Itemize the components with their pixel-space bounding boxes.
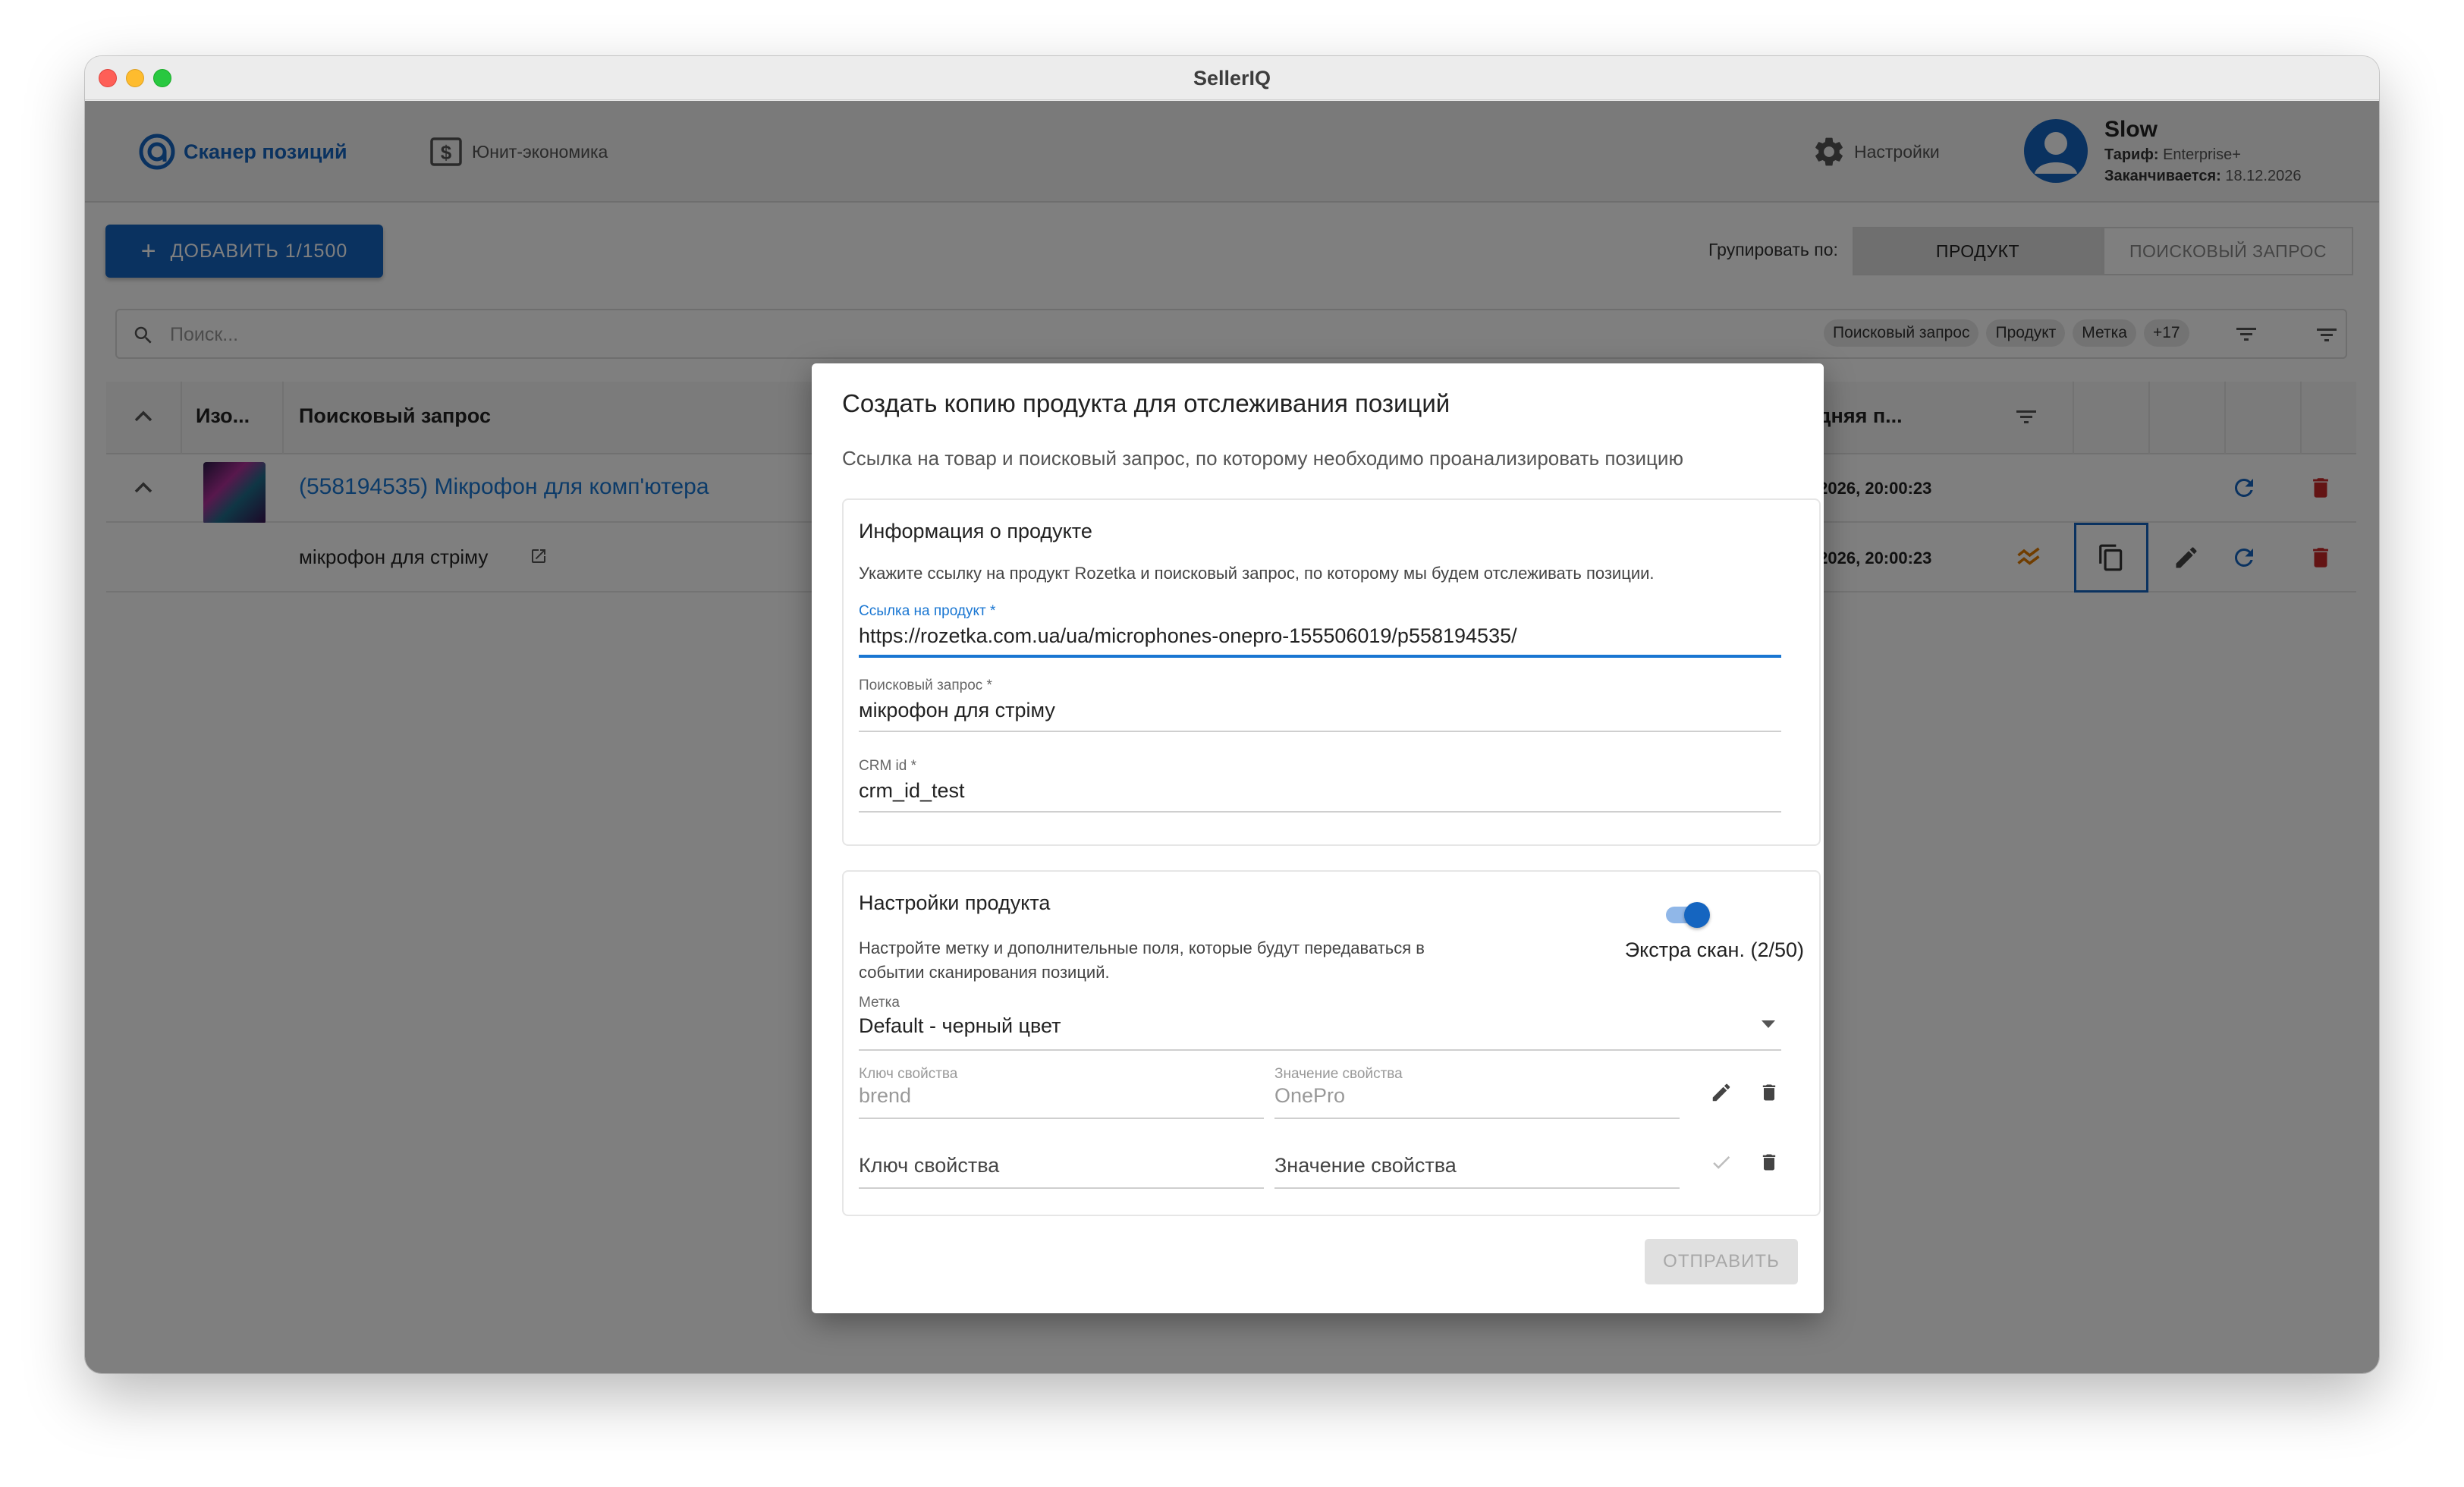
crm-id-input[interactable]: crm_id_test bbox=[859, 779, 965, 803]
new-property-key-placeholder: Ключ свойства bbox=[859, 1154, 1000, 1177]
property-key-field: Ключ свойства brend bbox=[859, 1066, 1264, 1119]
property-value-value: OnePro bbox=[1274, 1084, 1346, 1107]
new-property-key-input[interactable]: Ключ свойства bbox=[859, 1139, 1264, 1192]
product-info-desc: Укажите ссылку на продукт Rozetka и поис… bbox=[859, 564, 1655, 583]
delete-property-icon[interactable] bbox=[1758, 1151, 1780, 1174]
property-value-field: Значение свойства OnePro bbox=[1274, 1066, 1680, 1119]
tag-label: Метка bbox=[859, 995, 900, 1011]
product-settings-title: Настройки продукта bbox=[859, 891, 1051, 914]
tag-value: Default - черный цвет bbox=[859, 1014, 1061, 1037]
crm-id-label: CRM id * bbox=[859, 758, 917, 774]
product-url-field[interactable]: Ссылка на продукт * https://rozetka.com.… bbox=[859, 603, 1781, 659]
property-key-label: Ключ свойства bbox=[859, 1066, 958, 1082]
search-query-label: Поисковый запрос * bbox=[859, 677, 992, 693]
copy-product-dialog: Создать копию продукта для отслеживания … bbox=[812, 363, 1824, 1313]
crm-id-field[interactable]: CRM id * crm_id_test bbox=[859, 758, 1781, 814]
settings-desc-line2: событии сканирования позиций. bbox=[859, 963, 1110, 982]
window-title: SellerIQ bbox=[1193, 67, 1271, 90]
product-url-input[interactable]: https://rozetka.com.ua/ua/microphones-on… bbox=[859, 624, 1517, 648]
extra-scan-label: Экстра скан. (2/50) bbox=[1624, 938, 1804, 961]
product-info-card: Информация о продукте Укажите ссылку на … bbox=[842, 498, 1821, 846]
dialog-subtitle: Ссылка на товар и поисковый запрос, по к… bbox=[842, 447, 1683, 470]
new-property-value-input[interactable]: Значение свойства bbox=[1274, 1139, 1680, 1192]
dropdown-arrow-icon bbox=[1762, 1020, 1775, 1028]
check-icon[interactable] bbox=[1710, 1151, 1733, 1174]
search-query-input[interactable]: мікрофон для стріму bbox=[859, 699, 1055, 722]
app-window: SellerIQ Сканер позиций $ bbox=[85, 56, 2379, 1373]
submit-button[interactable]: ОТПРАВИТЬ bbox=[1645, 1239, 1798, 1284]
product-url-label: Ссылка на продукт * bbox=[859, 603, 996, 619]
settings-desc-line1: Настройте метку и дополнительные поля, к… bbox=[859, 938, 1425, 957]
property-value-label: Значение свойства bbox=[1274, 1066, 1403, 1082]
new-property-value-placeholder: Значение свойства bbox=[1274, 1154, 1457, 1177]
app-content: Сканер позиций $ Юнит-экономика Настро bbox=[85, 101, 2379, 1373]
extra-scan-toggle[interactable] bbox=[1663, 899, 1711, 928]
property-key-value: brend bbox=[859, 1084, 912, 1107]
delete-property-icon[interactable] bbox=[1758, 1081, 1780, 1104]
edit-property-icon[interactable] bbox=[1710, 1081, 1733, 1104]
title-bar: SellerIQ bbox=[85, 56, 2379, 100]
tag-select[interactable]: Метка Default - черный цвет bbox=[859, 995, 1781, 1051]
search-query-field[interactable]: Поисковый запрос * мікрофон для стріму bbox=[859, 677, 1781, 734]
product-settings-card: Настройки продукта Экстра скан. (2/50) Н… bbox=[842, 870, 1821, 1216]
product-info-title: Информация о продукте bbox=[859, 520, 1092, 542]
dialog-title: Создать копию продукта для отслеживания … bbox=[842, 389, 1450, 417]
